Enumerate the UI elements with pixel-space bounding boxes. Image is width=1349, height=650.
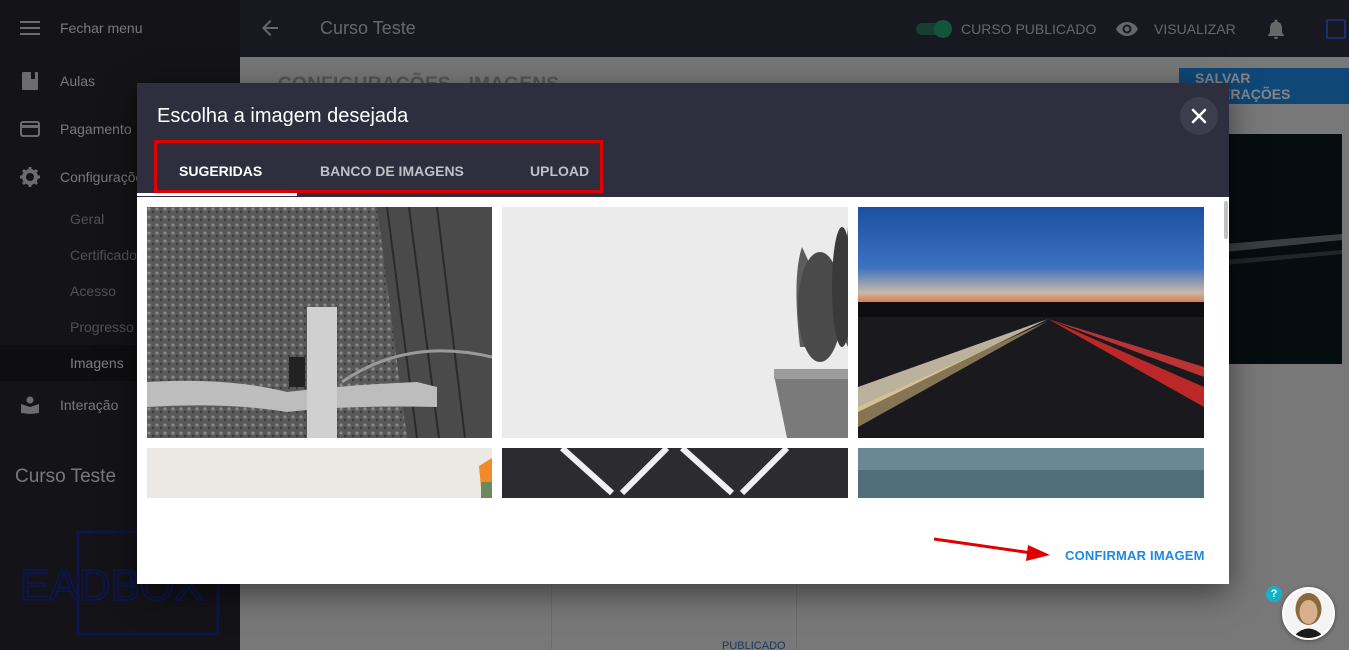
image-thumbnail-bicycle[interactable] [147, 207, 492, 438]
active-tab-indicator [137, 193, 297, 196]
avatar[interactable] [1282, 587, 1335, 640]
tabs-highlight-box [154, 140, 603, 193]
close-button[interactable] [1180, 97, 1218, 135]
dialog-title: Escolha a imagem desejada [157, 105, 409, 127]
close-icon [1191, 108, 1207, 124]
arrow-annotation-icon [933, 537, 1050, 561]
image-picker-dialog: Escolha a imagem desejada SUGERIDAS BANC… [137, 83, 1229, 584]
image-thumbnail-sea[interactable] [858, 448, 1204, 498]
image-thumbnail-highway-night[interactable] [858, 207, 1204, 438]
image-grid [137, 197, 1229, 498]
image-thumbnail-ceiling-lights[interactable] [502, 448, 848, 498]
scrollbar-thumb[interactable] [1224, 201, 1228, 239]
help-badge[interactable]: ? [1266, 586, 1282, 602]
image-thumbnail-flower[interactable] [147, 448, 492, 498]
image-thumbnail-cactus[interactable] [502, 207, 848, 438]
confirm-image-button[interactable]: CONFIRMAR IMAGEM [1065, 548, 1205, 563]
dialog-header: Escolha a imagem desejada SUGERIDAS BANC… [137, 83, 1229, 197]
